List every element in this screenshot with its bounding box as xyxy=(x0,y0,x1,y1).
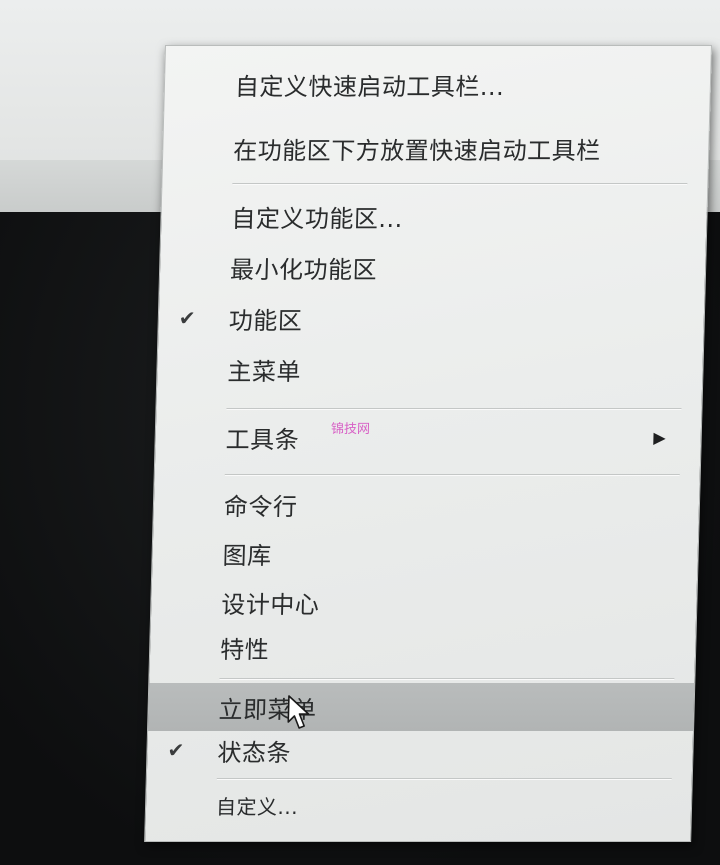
menu-item-main-menu[interactable]: 主菜单 xyxy=(157,345,703,393)
menu-separator xyxy=(232,183,688,185)
menu-item-ribbon[interactable]: ✔ 功能区 xyxy=(158,294,704,342)
menu-item-label: 功能区 xyxy=(228,306,303,335)
menu-item-status-bar[interactable]: ✔ 状态条 xyxy=(147,726,693,774)
menu-separator xyxy=(216,778,672,780)
menu-item-place-quick-access-below-ribbon[interactable]: 在功能区下方放置快速启动工具栏 xyxy=(163,124,709,172)
menu-item-label: 自定义... xyxy=(215,794,299,819)
menu-item-immediate-menu[interactable]: 立即菜单 xyxy=(148,683,695,731)
menu-item-label: 自定义快速启动工具栏... xyxy=(234,72,505,101)
mouse-pointer-icon xyxy=(287,695,310,729)
menu-item-label: 特性 xyxy=(219,635,270,664)
menu-item-toolbars[interactable]: 工具条 ▶ xyxy=(155,413,701,461)
submenu-arrow-icon: ▶ xyxy=(653,427,666,447)
checkmark-icon: ✔ xyxy=(178,306,196,330)
watermark-text: 锦技网 xyxy=(330,422,371,437)
menu-item-label: 状态条 xyxy=(217,738,292,767)
checkmark-icon: ✔ xyxy=(167,738,185,762)
menu-item-label: 命令行 xyxy=(223,492,298,521)
menu-item-command-line[interactable]: 命令行 xyxy=(153,480,699,528)
menu-separator xyxy=(219,678,675,680)
menu-item-label: 在功能区下方放置快速启动工具栏 xyxy=(232,136,602,165)
screen-photo: 自定义快速启动工具栏... 在功能区下方放置快速启动工具栏 自定义功能区... … xyxy=(0,0,720,865)
menu-separator xyxy=(224,474,680,476)
menu-item-label: 最小化功能区 xyxy=(229,255,378,284)
menu-item-design-center[interactable]: 设计中心 xyxy=(151,578,697,626)
menu-item-customize-quick-access-toolbar[interactable]: 自定义快速启动工具栏... xyxy=(164,60,710,108)
menu-item-label: 工具条 xyxy=(225,425,300,454)
menu-separator xyxy=(226,408,682,410)
menu-item-customize-ribbon[interactable]: 自定义功能区... xyxy=(161,192,707,240)
menu-item-label: 图库 xyxy=(222,541,272,570)
menu-item-customize[interactable]: 自定义... xyxy=(145,781,691,829)
menu-item-properties[interactable]: 特性 xyxy=(150,623,696,671)
menu-item-label: 主菜单 xyxy=(227,357,302,386)
context-menu: 自定义快速启动工具栏... 在功能区下方放置快速启动工具栏 自定义功能区... … xyxy=(144,45,712,842)
menu-item-minimize-ribbon[interactable]: 最小化功能区 xyxy=(160,243,706,291)
menu-item-label: 自定义功能区... xyxy=(231,204,404,233)
menu-item-gallery[interactable]: 图库 xyxy=(152,529,698,577)
menu-item-label: 设计中心 xyxy=(220,590,320,619)
